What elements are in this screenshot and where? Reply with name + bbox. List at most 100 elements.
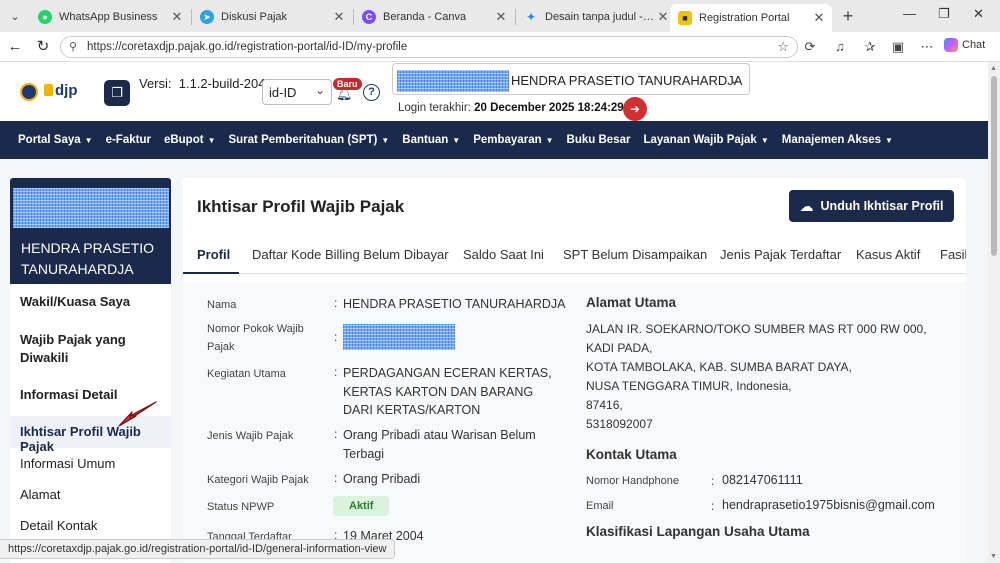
address-line: NUSA TENGGARA TIMUR, Indonesia,: [586, 379, 792, 393]
redacted-npwp-mark: [13, 188, 169, 228]
caret-down-icon: ▼: [207, 136, 216, 145]
logout-icon[interactable]: ➜: [623, 97, 647, 121]
section-title-klasifikasi: Klasifikasi Lapangan Usaha Utama: [586, 524, 810, 539]
tab-title: Desain tanpa judul - Konten: [545, 11, 656, 23]
new-badge: Baru: [333, 78, 362, 90]
sidebar-item-wajib-pajak-diwakili[interactable]: Wajib Pajak yang Diwakili: [10, 331, 150, 367]
close-tab-icon[interactable]: ✕: [656, 9, 670, 25]
scroll-down-icon[interactable]: ▼: [990, 553, 997, 560]
restore-icon[interactable]: ❐: [938, 6, 950, 22]
redacted-npwp-value: [343, 324, 455, 350]
address-bar[interactable]: ⚲ https://coretaxdjp.pajak.go.id/registr…: [60, 36, 798, 58]
field-colon: :: [334, 365, 338, 379]
caret-down-icon: ▼: [760, 136, 769, 145]
nav-item-pembayaran[interactable]: Pembayaran ▼: [473, 134, 553, 146]
close-tab-icon[interactable]: ✕: [332, 9, 346, 25]
field-value-kategori: Orang Pribadi: [343, 472, 421, 486]
back-arrow-icon[interactable]: ←: [6, 38, 24, 56]
new-tab-button[interactable]: +: [838, 6, 858, 26]
nav-item-layanan-wajib-pajak[interactable]: Layanan Wajib Pajak ▼: [643, 134, 768, 146]
scroll-up-icon[interactable]: ▲: [990, 65, 997, 72]
caret-down-icon: ▼: [545, 136, 554, 145]
nav-item-e-faktur[interactable]: e-Faktur: [106, 134, 151, 146]
address-url: https://coretaxdjp.pajak.go.id/registrat…: [87, 41, 408, 53]
tab-jenis-pajak[interactable]: Jenis Pajak Terdaftar: [720, 247, 841, 262]
favorite-star-icon[interactable]: ☆: [777, 39, 789, 55]
app-switch-icon[interactable]: ❐: [104, 80, 130, 106]
version-label: Versi:: [139, 76, 172, 91]
sidebar-item-informasi-umum[interactable]: Informasi Umum: [10, 456, 171, 471]
nav-item-portal-saya[interactable]: Portal Saya ▼: [18, 134, 93, 146]
nav-item-label: Portal Saya: [18, 134, 81, 146]
tab-kode-billing[interactable]: Daftar Kode Billing Belum Dibayar: [252, 247, 449, 262]
tab-fasilitas[interactable]: Fasili: [940, 247, 966, 262]
close-tab-icon[interactable]: ✕: [812, 10, 826, 26]
download-profile-label: Unduh Ikhtisar Profil: [820, 199, 944, 213]
favorites-icon[interactable]: ✰: [862, 39, 878, 55]
nav-item-label: Pembayaran: [473, 134, 542, 146]
section-title-alamat: Alamat Utama: [586, 295, 677, 310]
browser-tab-canva[interactable]: C Beranda - Canva ✕: [354, 4, 514, 30]
sidebar-item-detail-kontak[interactable]: Detail Kontak: [10, 518, 171, 533]
site-info-icon[interactable]: ⚲: [69, 40, 77, 53]
browser-tab-strip: ⌄ ● WhatsApp Business ✕ ➤ Diskusi Pajak …: [0, 0, 1000, 32]
more-menu-icon[interactable]: ⋯: [919, 39, 935, 55]
chevron-down-icon: ⌄: [728, 71, 741, 88]
browser-tab-desain[interactable]: ✦ Desain tanpa judul - Konten ✕: [516, 4, 676, 30]
link-status-bar: https://coretaxdjp.pajak.go.id/registrat…: [0, 539, 396, 559]
tab-title: WhatsApp Business: [59, 11, 158, 23]
email-value: hendraprasetio1975bisnis@gmail.com: [722, 498, 935, 512]
extensions-icon[interactable]: ⟳: [802, 39, 818, 55]
nav-item-label: Bantuan: [402, 134, 449, 146]
minimize-icon[interactable]: —: [903, 6, 916, 21]
djp-logo[interactable]: djp: [44, 82, 78, 99]
tab-spt-belum[interactable]: SPT Belum Disampaikan: [563, 247, 707, 262]
field-label-nama: Nama: [207, 299, 237, 311]
caret-down-icon: ▼: [84, 136, 93, 145]
redacted-npwp-mark: [397, 70, 509, 92]
section-title-kontak: Kontak Utama: [586, 447, 677, 462]
tab-kasus-aktif[interactable]: Kasus Aktif: [856, 247, 920, 262]
nav-item-buku-besar[interactable]: Buku Besar: [567, 134, 631, 146]
loading-icon: ✦: [525, 10, 537, 24]
nav-item-surat-pemberitahuan-spt[interactable]: Surat Pemberitahuan (SPT) ▼: [228, 134, 389, 146]
tab-profil[interactable]: Profil: [197, 247, 230, 262]
sidebar-item-wakil-kuasa[interactable]: Wakil/Kuasa Saya: [10, 294, 171, 309]
nav-item-label: Surat Pemberitahuan (SPT): [228, 134, 378, 146]
browser-tab-diskusi-pajak[interactable]: ➤ Diskusi Pajak ✕: [192, 4, 352, 30]
app-header: djp ❐ Versi: 1.1.2-build-2040 id-ID ⌄ 🔔︎…: [0, 62, 988, 121]
tab-actions-menu-icon[interactable]: ⌄: [4, 5, 26, 27]
collections-icon[interactable]: ▣: [890, 39, 906, 55]
media-icon[interactable]: ♫: [832, 39, 848, 55]
copilot-chat-button[interactable]: Chat: [944, 38, 985, 52]
close-tab-icon[interactable]: ✕: [170, 9, 184, 25]
nav-item-label: e-Faktur: [105, 134, 151, 146]
tab-title: Diskusi Pajak: [221, 11, 288, 23]
field-colon: :: [334, 296, 338, 310]
help-icon[interactable]: ?: [363, 84, 380, 101]
nav-item-label: Manajemen Akses: [781, 134, 882, 146]
field-value-nama: HENDRA PRASETIO TANURAHARDJA: [343, 297, 566, 311]
language-select[interactable]: id-ID ⌄: [262, 79, 332, 105]
browser-tab-whatsapp[interactable]: ● WhatsApp Business ✕: [30, 4, 190, 30]
reload-icon[interactable]: ↻: [34, 38, 52, 56]
nav-item-manajemen-akses[interactable]: Manajemen Akses ▼: [782, 134, 893, 146]
profile-detail-panel: Nama : HENDRA PRASETIO TANURAHARDJA Nomo…: [183, 282, 966, 563]
nav-item-ebupot[interactable]: eBupot ▼: [164, 134, 216, 146]
scrollbar-thumb[interactable]: [991, 76, 997, 256]
user-profile-select[interactable]: HENDRA PRASETIO TANURAHARDJA ⌄: [392, 63, 750, 95]
page-title: Ikhtisar Profil Wajib Pajak: [197, 197, 405, 216]
last-login-label: Login terakhir:: [398, 102, 471, 114]
field-colon: :: [711, 499, 715, 513]
browser-tab-registration-portal[interactable]: ■ Registration Portal ✕: [670, 4, 832, 32]
download-profile-button[interactable]: ☁ Unduh Ikhtisar Profil: [789, 190, 954, 222]
close-tab-icon[interactable]: ✕: [494, 9, 508, 25]
nav-item-bantuan[interactable]: Bantuan ▼: [402, 134, 460, 146]
page-scrollbar[interactable]: ▲ ▼: [988, 62, 1000, 563]
tab-saldo[interactable]: Saldo Saat Ini: [463, 247, 544, 262]
sidebar-item-alamat[interactable]: Alamat: [10, 487, 171, 502]
close-window-icon[interactable]: ✕: [973, 6, 984, 22]
caret-down-icon: ▼: [885, 136, 893, 145]
field-label-jenis-wp: Jenis Wajib Pajak: [207, 430, 294, 442]
cloud-download-icon: ☁: [799, 197, 814, 214]
